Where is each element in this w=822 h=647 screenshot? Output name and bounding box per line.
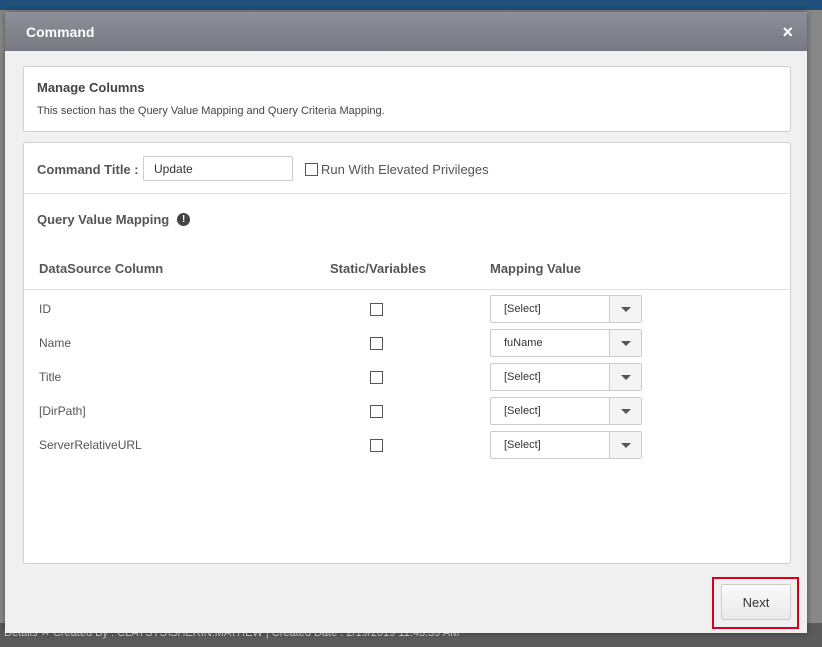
command-title-row: Command Title : Run With Elevated Privil…: [24, 143, 790, 194]
static-variables-checkbox[interactable]: [370, 337, 383, 350]
mapping-value-select[interactable]: [Select]: [490, 363, 642, 391]
datasource-column-cell: ServerRelativeURL: [39, 438, 142, 452]
table-row: Title [Select]: [24, 361, 790, 395]
datasource-column-cell: [DirPath]: [39, 404, 86, 418]
table-row: ServerRelativeURL [Select]: [24, 429, 790, 463]
next-button[interactable]: Next: [721, 584, 791, 620]
static-variables-checkbox[interactable]: [370, 439, 383, 452]
manage-columns-heading: Manage Columns: [37, 80, 145, 95]
command-dialog: Command × Manage Columns This section ha…: [5, 12, 807, 633]
command-title-input[interactable]: [143, 156, 293, 181]
table-row: [DirPath] [Select]: [24, 395, 790, 429]
mapping-value-select[interactable]: [Select]: [490, 397, 642, 425]
mapping-value-select[interactable]: [Select]: [490, 431, 642, 459]
static-variables-checkbox[interactable]: [370, 371, 383, 384]
elevated-privileges-label: Run With Elevated Privileges: [321, 162, 489, 177]
datasource-column-cell: ID: [39, 302, 51, 316]
query-value-mapping-label: Query Value Mapping: [37, 212, 170, 227]
dialog-header: Command ×: [5, 12, 807, 51]
table-row: ID [Select]: [24, 293, 790, 327]
column-header-mapping-value: Mapping Value: [490, 261, 582, 276]
elevated-privileges-checkbox[interactable]: [305, 163, 318, 176]
datasource-column-cell: Name: [39, 336, 72, 350]
chevron-down-icon[interactable]: [609, 364, 641, 390]
manage-columns-panel: Manage Columns This section has the Quer…: [23, 66, 791, 132]
chevron-down-icon[interactable]: [609, 398, 641, 424]
command-panel: Command Title : Run With Elevated Privil…: [23, 142, 791, 564]
mapping-value-text: [Select]: [504, 405, 541, 417]
mapping-value-text: [Select]: [504, 303, 541, 315]
mapping-value-select[interactable]: [Select]: [490, 295, 642, 323]
chevron-down-icon[interactable]: [609, 296, 641, 322]
close-icon[interactable]: ×: [782, 23, 793, 41]
elevated-privileges-option[interactable]: Run With Elevated Privileges: [305, 162, 489, 177]
header-divider: [24, 289, 790, 290]
static-variables-checkbox[interactable]: [370, 303, 383, 316]
column-header-static-variables: Static/Variables: [330, 261, 427, 276]
static-variables-checkbox[interactable]: [370, 405, 383, 418]
table-row: Name fuName: [24, 327, 790, 361]
mapping-value-text: fuName: [504, 337, 543, 349]
query-value-mapping-heading: Query Value Mapping !: [37, 212, 191, 227]
mapping-value-select[interactable]: fuName: [490, 329, 642, 357]
command-title-label: Command Title :: [37, 162, 139, 177]
mapping-value-text: [Select]: [504, 371, 541, 383]
datasource-column-cell: Title: [39, 370, 62, 384]
dialog-title: Command: [26, 23, 95, 40]
info-icon[interactable]: !: [177, 213, 191, 226]
manage-columns-description: This section has the Query Value Mapping…: [37, 105, 385, 117]
mapping-value-text: [Select]: [504, 439, 541, 451]
column-header-datasource: DataSource Column: [39, 261, 164, 276]
background-top-bar: [0, 0, 822, 10]
chevron-down-icon[interactable]: [609, 330, 641, 356]
chevron-down-icon[interactable]: [609, 432, 641, 458]
